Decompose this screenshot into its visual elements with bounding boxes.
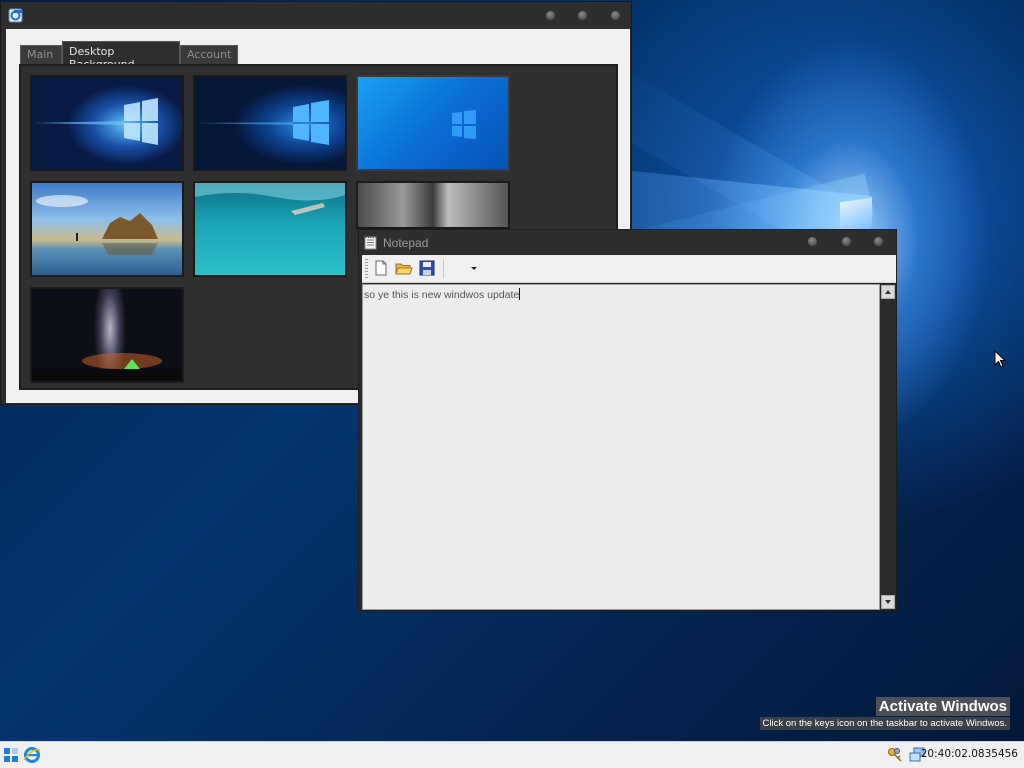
notepad-icon bbox=[364, 235, 377, 250]
tab-desktop-background[interactable]: Desktop Background bbox=[62, 41, 180, 71]
vertical-scrollbar[interactable] bbox=[880, 284, 896, 610]
new-file-icon[interactable] bbox=[372, 259, 390, 277]
scroll-down-button[interactable] bbox=[881, 595, 895, 609]
scroll-track[interactable] bbox=[881, 300, 895, 594]
close-button[interactable] bbox=[611, 11, 620, 20]
notepad-window: Notepad so ye this is new windwos update bbox=[358, 229, 897, 611]
notepad-toolbar bbox=[362, 255, 896, 283]
dropdown-arrow-icon[interactable] bbox=[465, 259, 483, 277]
taskbar-clock[interactable]: 20:40:02.0835456 bbox=[921, 748, 1018, 760]
scroll-up-arrow-icon bbox=[885, 290, 891, 294]
underwater-swimmer-image bbox=[195, 183, 345, 215]
app-icon bbox=[8, 8, 23, 23]
notepad-text-area[interactable]: so ye this is new windwos update bbox=[362, 284, 880, 610]
scroll-down-arrow-icon bbox=[885, 600, 891, 604]
toolbar-separator bbox=[443, 259, 444, 278]
settings-titlebar[interactable] bbox=[1, 2, 631, 29]
open-folder-icon[interactable] bbox=[395, 259, 413, 277]
maximize-button[interactable] bbox=[578, 11, 587, 20]
close-button[interactable] bbox=[874, 237, 883, 246]
minimize-button[interactable] bbox=[546, 11, 555, 20]
maximize-button[interactable] bbox=[842, 237, 851, 246]
wallpaper-window-logo bbox=[840, 197, 872, 233]
activation-watermark: Activate Windwos Click on the keys icon … bbox=[759, 697, 1010, 730]
notepad-text: so ye this is new windwos update bbox=[364, 289, 520, 301]
wallpaper-thumb-underwater-swimmer[interactable] bbox=[193, 181, 347, 277]
minimize-button[interactable] bbox=[808, 237, 817, 246]
taskbar: 20:40:02.0835456 bbox=[0, 741, 1024, 768]
windows-logo-icon bbox=[32, 98, 158, 145]
milky-way-tent-image bbox=[32, 353, 182, 381]
wallpaper-thumb-rock-cliff[interactable] bbox=[356, 181, 510, 229]
wallpaper-thumb-windows-hero-dark[interactable] bbox=[193, 75, 347, 171]
notepad-titlebar[interactable]: Notepad bbox=[359, 230, 896, 255]
keys-icon[interactable] bbox=[886, 746, 904, 764]
save-disk-icon[interactable] bbox=[418, 259, 436, 277]
scroll-up-button[interactable] bbox=[881, 285, 895, 299]
internet-explorer-icon[interactable] bbox=[23, 746, 41, 764]
windows-logo-icon bbox=[452, 110, 476, 139]
tab-account[interactable]: Account bbox=[180, 45, 238, 64]
notepad-title: Notepad bbox=[383, 236, 429, 250]
beach-rocks-image bbox=[36, 195, 158, 255]
toolbar-grip[interactable] bbox=[365, 259, 368, 278]
activation-title: Activate Windwos bbox=[875, 697, 1010, 716]
wallpaper-thumb-milky-way-tent[interactable] bbox=[30, 287, 184, 383]
start-icon[interactable] bbox=[3, 747, 19, 763]
tab-main[interactable]: Main bbox=[20, 45, 62, 64]
wallpaper-thumb-windows-hero-light[interactable] bbox=[30, 75, 184, 171]
text-caret bbox=[519, 288, 521, 300]
wallpaper-thumb-windows-blue[interactable] bbox=[356, 75, 510, 171]
activation-subtitle: Click on the keys icon on the taskbar to… bbox=[759, 717, 1010, 730]
wallpaper-thumb-beach-rocks[interactable] bbox=[30, 181, 184, 277]
windows-logo-icon bbox=[195, 100, 329, 145]
mouse-cursor-icon bbox=[994, 350, 1006, 368]
